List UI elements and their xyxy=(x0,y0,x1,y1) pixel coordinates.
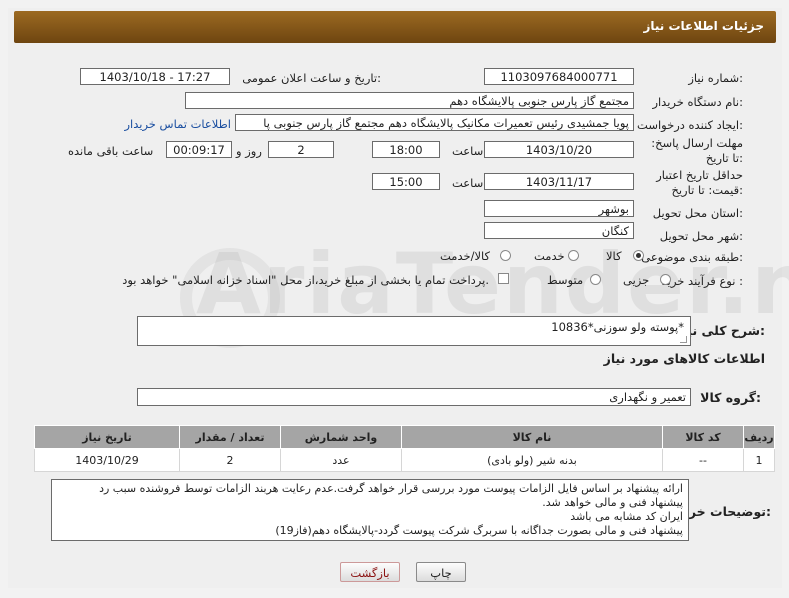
cell-unit: عدد xyxy=(280,448,402,472)
buyer-notes-line: پیشنهاد فنی و مالی بصورت جداگانه با سربر… xyxy=(275,524,683,537)
requester-label: ایجاد کننده درخواست: xyxy=(637,118,743,132)
category-radio-service[interactable] xyxy=(568,250,579,261)
col-qty: تعداد / مقدار xyxy=(179,425,281,449)
province-label: استان محل تحویل: xyxy=(652,206,743,220)
table-row[interactable]: 1 -- بدنه شیر (ولو بادی) عدد 2 1403/10/2… xyxy=(34,448,775,472)
category-option-goods: کالا xyxy=(606,249,622,263)
need-number-field: 1103097684000771 xyxy=(484,68,634,85)
page-header: جزئیات اطلاعات نیاز xyxy=(14,11,776,43)
remaining-time-label: ساعت باقی مانده xyxy=(68,144,154,158)
summary-textarea[interactable]: پوسته ولو سوزنی*10836* xyxy=(137,316,691,346)
process-radio-minor[interactable] xyxy=(660,274,671,285)
cell-code: -- xyxy=(662,448,744,472)
col-code: کد کالا xyxy=(662,425,744,449)
print-button[interactable]: چاپ xyxy=(416,562,466,582)
back-button[interactable]: بازگشت xyxy=(340,562,400,582)
city-label: شهر محل تحویل: xyxy=(659,229,743,243)
process-radio-medium[interactable] xyxy=(590,274,601,285)
col-row: ردیف xyxy=(743,425,775,449)
process-option-medium: متوسط xyxy=(547,273,584,287)
reply-date-field: 1403/10/20 xyxy=(484,141,634,158)
buyer-contact-link[interactable]: اطلاعات تماس خریدار xyxy=(124,117,231,131)
page-title: جزئیات اطلاعات نیاز xyxy=(643,19,764,33)
buyer-notes-line: پیشنهاد فنی و مالی خواهد شد. xyxy=(542,496,683,509)
remaining-time-field: 00:09:17 xyxy=(166,141,232,158)
reply-days-label: روز و xyxy=(236,144,262,158)
col-name: نام کالا xyxy=(401,425,663,449)
buyer-org-field: مجتمع گاز پارس جنوبی پالایشگاه دهم xyxy=(185,92,634,109)
price-validity-time-label: ساعت xyxy=(452,176,484,190)
goods-table: ردیف کد کالا نام کالا واحد شمارش تعداد /… xyxy=(34,425,775,472)
category-radio-goods[interactable] xyxy=(633,250,644,261)
need-number-label: شماره نیاز: xyxy=(688,71,743,85)
province-field: بوشهر xyxy=(484,200,634,217)
cell-row: 1 xyxy=(743,448,775,472)
category-option-both: کالا/خدمت xyxy=(440,249,491,263)
city-field: کنگان xyxy=(484,222,634,239)
cell-date: 1403/10/29 xyxy=(34,448,180,472)
announce-field: 1403/10/18 - 17:27 xyxy=(80,68,230,85)
goods-group-field: تعمیر و نگهداری xyxy=(137,388,691,406)
buyer-org-label: نام دستگاه خریدار: xyxy=(652,95,743,109)
process-option-minor: جزیی xyxy=(623,273,650,287)
table-header-row: ردیف کد کالا نام کالا واحد شمارش تعداد /… xyxy=(34,425,775,449)
treasury-payment-note: پرداخت تمام یا بخشی از مبلغ خرید،از محل … xyxy=(122,273,489,287)
resize-handle-icon[interactable] xyxy=(680,336,687,343)
reply-time-field: 18:00 xyxy=(372,141,440,158)
buyer-notes-line: ایران کد مشابه می باشد xyxy=(570,510,683,523)
price-validity-time-field: 15:00 xyxy=(372,173,440,190)
col-date: تاریخ نیاز xyxy=(34,425,180,449)
buyer-notes-textarea[interactable]: ارائه پیشنهاد بر اساس فایل الزامات پیوست… xyxy=(51,479,689,541)
treasury-payment-checkbox[interactable] xyxy=(498,273,509,284)
announce-label: تاریخ و ساعت اعلان عمومی: xyxy=(242,71,381,85)
category-label: طبقه بندی موضوعی: xyxy=(641,250,743,264)
buyer-notes-line: ارائه پیشنهاد بر اساس فایل الزامات پیوست… xyxy=(99,482,683,495)
price-validity-date-field: 1403/11/17 xyxy=(484,173,634,190)
category-radio-both[interactable] xyxy=(500,250,511,261)
goods-section-title: اطلاعات کالاهای مورد نیاز xyxy=(603,351,765,366)
reply-time-label: ساعت xyxy=(452,144,484,158)
price-validity-label: حداقل تاریخ اعتبار قیمت: تا تاریخ: xyxy=(656,168,743,197)
goods-group-label: گروه کالا: xyxy=(700,390,761,405)
category-option-service: خدمت xyxy=(534,249,565,263)
reply-days-field: 2 xyxy=(268,141,334,158)
cell-qty: 2 xyxy=(179,448,281,472)
col-unit: واحد شمارش xyxy=(280,425,402,449)
cell-name: بدنه شیر (ولو بادی) xyxy=(401,448,663,472)
summary-text: پوسته ولو سوزنی*10836* xyxy=(551,320,684,334)
reply-deadline-label: مهلت ارسال پاسخ: تا تاریخ: xyxy=(651,136,743,165)
requester-field: پویا جمشیدی رئیس تعمیرات مکانیک پالایشگا… xyxy=(235,114,634,131)
process-label: نوع فرآیند خرید : xyxy=(661,274,743,288)
